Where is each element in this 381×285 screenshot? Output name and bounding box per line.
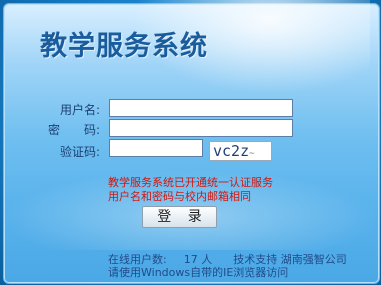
online-label: 在线用户数: <box>108 253 167 266</box>
username-label: 用户名: <box>60 103 101 117</box>
support-text: 技术支持 湖南强智公司 <box>233 253 347 266</box>
login-button[interactable]: 登 录 <box>142 206 217 228</box>
page-title: 教学服务系统 <box>40 31 208 62</box>
online-count: 17 人 <box>183 253 213 266</box>
captcha-text: vc2z <box>213 142 250 160</box>
browser-hint: 请使用Windows自带的IE浏览器访问 <box>108 266 289 279</box>
captcha-label: 验证码: <box>60 145 101 159</box>
notice-line-2: 用户名和密码与校内邮箱相同 <box>108 190 251 203</box>
online-users: 在线用户数: 17 人 技术支持 湖南强智公司 <box>108 253 347 266</box>
password-input[interactable] <box>109 119 293 137</box>
notice-line-1: 教学服务系统已开通统一认证服务 <box>108 176 273 189</box>
username-input[interactable] <box>109 99 293 117</box>
captcha-image[interactable]: vc2z~ <box>209 141 272 161</box>
captcha-input[interactable] <box>109 139 203 157</box>
password-label: 密 码: <box>48 123 101 137</box>
